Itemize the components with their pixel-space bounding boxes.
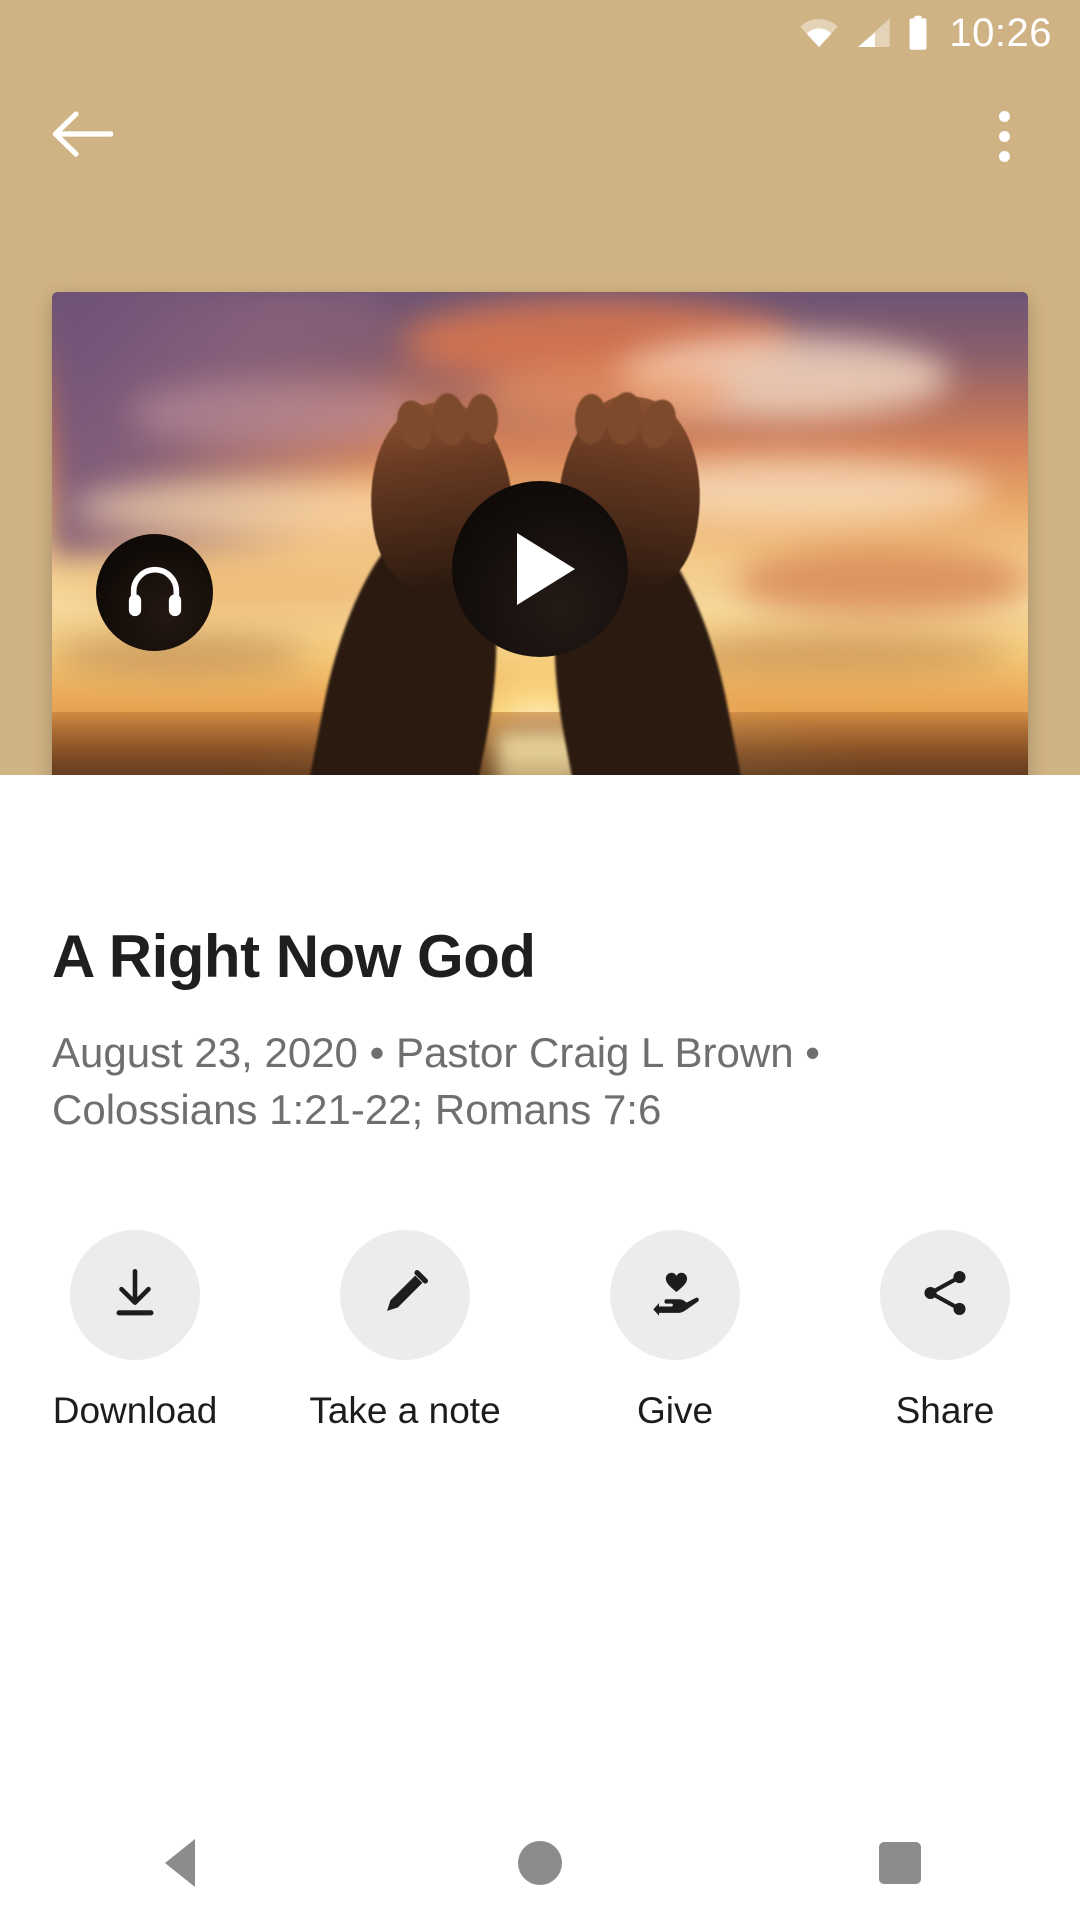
app-bar [0,88,1080,184]
action-give-circle [610,1230,740,1360]
nav-back-button[interactable] [0,1805,360,1920]
detail-sheet: A Right Now God August 23, 2020 • Pastor… [0,775,1080,1920]
action-download[interactable]: Download [0,1230,270,1432]
headphones-icon [123,558,187,627]
action-share[interactable]: Share [810,1230,1080,1432]
overflow-menu-button[interactable] [962,94,1046,178]
app-screen: 10:26 A Right Now God August 23, 2020 • … [0,0,1080,1920]
cellular-signal-icon [853,16,893,50]
action-row: Download Take a note Give Share [0,1230,1080,1432]
download-icon [106,1264,164,1327]
action-download-label: Download [52,1390,218,1431]
back-icon [165,1838,195,1887]
status-time: 10:26 [949,11,1052,55]
system-nav-bar [0,1805,1080,1920]
share-icon [916,1264,974,1327]
back-arrow-icon [51,109,114,164]
action-take-a-note[interactable]: Take a note [270,1230,540,1432]
nav-recents-button[interactable] [720,1805,1080,1920]
wifi-icon [799,16,839,50]
action-give-label: Give [636,1390,714,1431]
more-vertical-icon-dot [998,130,1010,142]
action-share-circle [880,1230,1010,1360]
more-vertical-icon-dot [998,150,1010,162]
audio-only-button[interactable] [96,534,213,651]
pencil-icon [376,1264,434,1327]
play-button[interactable] [452,480,628,657]
play-icon [517,532,575,605]
status-bar: 10:26 [0,0,1080,66]
action-download-circle [70,1230,200,1360]
action-give[interactable]: Give [540,1230,810,1432]
action-note-circle [340,1230,470,1360]
sermon-title: A Right Now God [52,923,536,990]
home-icon [518,1840,562,1885]
hand-heart-icon [646,1264,704,1327]
recents-icon [879,1841,921,1884]
action-note-label: Take a note [309,1390,501,1431]
back-button[interactable] [40,94,124,178]
more-vertical-icon [998,110,1010,122]
battery-full-icon [907,15,929,51]
video-thumbnail-card[interactable] [52,292,1028,845]
nav-home-button[interactable] [360,1805,720,1920]
action-share-label: Share [895,1390,995,1431]
sermon-meta: August 23, 2020 • Pastor Craig L Brown •… [52,1029,820,1133]
